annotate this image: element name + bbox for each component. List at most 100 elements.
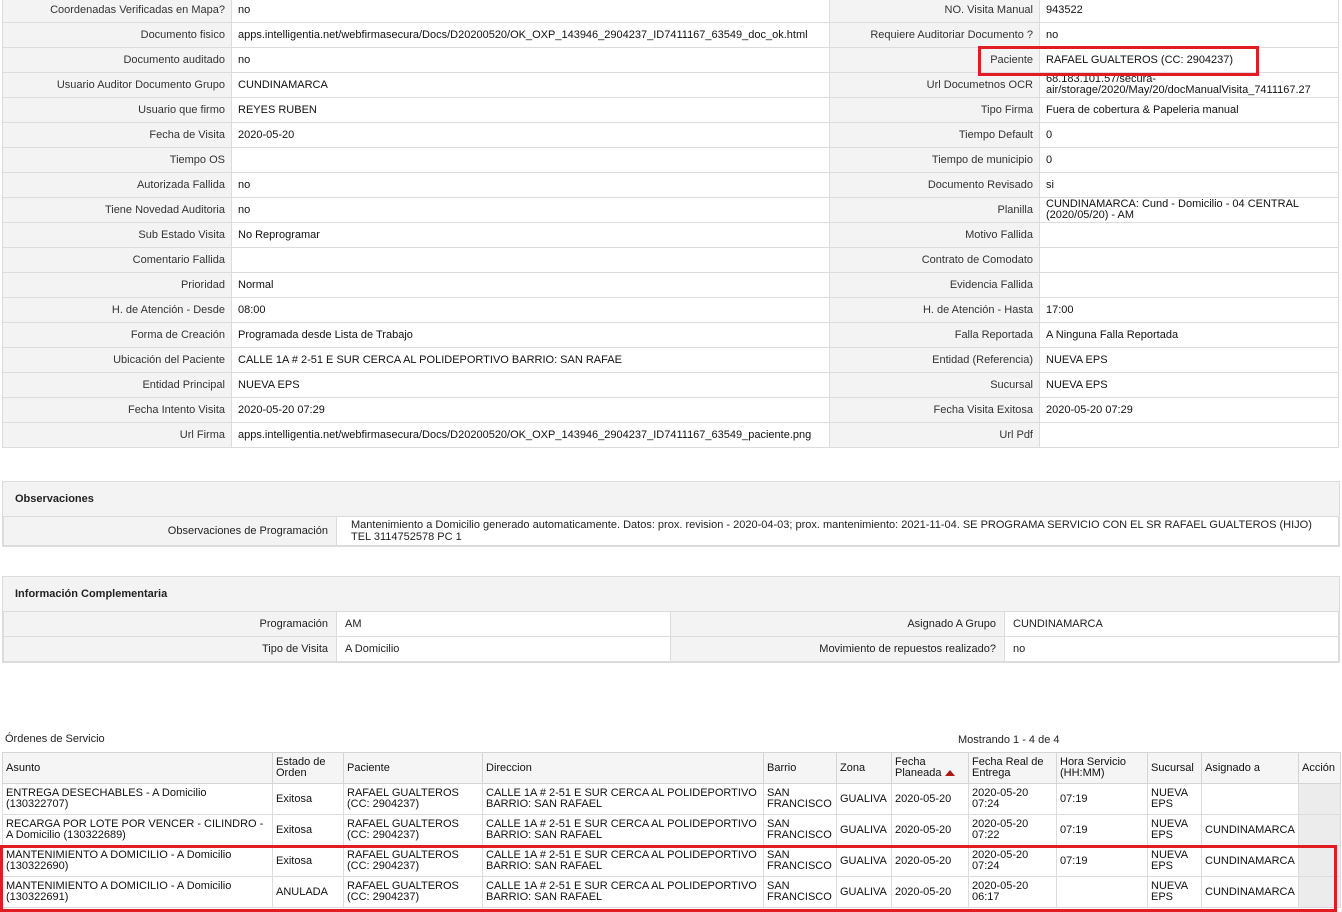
orders-header-fecha-planeada[interactable]: Fecha Planeada	[891, 752, 969, 784]
observaciones-title: Observaciones	[15, 493, 94, 505]
detail-label: Motivo Fallida	[829, 222, 1040, 248]
detail-value: apps.intelligentia.net/webfirmasecura/Do…	[231, 422, 830, 448]
complementaria-label: Tipo de Visita	[3, 636, 337, 662]
orders-header-label: Paciente	[347, 761, 390, 774]
orders-table: Asunto Estado de Orden Paciente Direccion Ba…	[2, 752, 1341, 908]
orders-title: Órdenes de Servicio	[5, 733, 105, 745]
detail-label: Coordenadas Verificadas en Mapa?	[2, 0, 232, 23]
detail-label: Tipo Firma	[829, 97, 1040, 123]
detail-label: Fecha Intento Visita	[2, 397, 232, 423]
table-row[interactable]: MANTENIMIENTO A DOMICILIO - A Domicilio …	[2, 876, 1341, 908]
orders-header-barrio[interactable]: Barrio	[763, 752, 837, 784]
orders-header-asignado-a[interactable]: Asignado a	[1201, 752, 1299, 784]
detail-label: Documento fisico	[2, 22, 232, 48]
orders-header-zona[interactable]: Zona	[836, 752, 892, 784]
detail-value: no	[1039, 22, 1339, 48]
detail-label: Falla Reportada	[829, 322, 1040, 348]
detail-value	[1039, 247, 1339, 273]
orders-header-acci-n[interactable]: Acción	[1298, 752, 1341, 784]
orders-cell: CUNDINAMARCA	[1201, 814, 1299, 846]
detail-row: H. de Atención - Desde 08:00 H. de Atenció…	[2, 297, 1339, 323]
orders-header-label: Fecha Planeada	[895, 756, 942, 779]
complementaria-label: Asignado A Grupo	[670, 611, 1005, 637]
detail-label: Planilla	[829, 197, 1040, 223]
detail-value: REYES RUBEN	[231, 97, 830, 123]
detail-label: Fecha de Visita	[2, 122, 232, 148]
detail-label: Entidad Principal	[2, 372, 232, 398]
orders-header-label: Acción	[1302, 761, 1336, 774]
orders-cell: NUEVA EPS	[1147, 783, 1202, 815]
detail-value: CUNDINAMARCA: Cund - Domicilio - 04 CENT…	[1039, 197, 1339, 223]
orders-cell: CALLE 1A # 2-51 E SUR CERCA AL POLIDEPOR…	[482, 814, 764, 846]
detail-row: Fecha de Visita 2020-05-20 Tiempo Default 0	[2, 122, 1339, 148]
orders-header-fecha-real-de-entrega[interactable]: Fecha Real de Entrega	[968, 752, 1057, 784]
detail-label: Forma de Creación	[2, 322, 232, 348]
orders-header-label: Barrio	[767, 761, 797, 774]
orders-cell[interactable]	[1298, 845, 1341, 877]
detail-value: 2020-05-20 07:29	[1039, 397, 1339, 423]
detail-label: Ubicación del Paciente	[2, 347, 232, 373]
orders-header-label: Fecha Real de Entrega	[972, 756, 1044, 779]
orders-cell	[1056, 876, 1148, 908]
orders-header-label: Asunto	[6, 761, 41, 774]
detail-label: Autorizada Fallida	[2, 172, 232, 198]
orders-cell: CUNDINAMARCA	[1201, 845, 1299, 877]
orders-header-asunto[interactable]: Asunto	[2, 752, 273, 784]
orders-header-label: Direccion	[486, 761, 532, 774]
orders-cell: GUALIVA	[836, 814, 892, 846]
detail-value: NUEVA EPS	[1039, 372, 1339, 398]
complementaria-value: AM	[336, 611, 671, 637]
orders-cell: Exitosa	[272, 845, 344, 877]
orders-header-hora-servicio-hh-mm[interactable]: Hora Servicio (HH:MM)	[1056, 752, 1148, 784]
orders-cell[interactable]	[1298, 814, 1341, 846]
detail-value	[231, 247, 830, 273]
orders-cell: MANTENIMIENTO A DOMICILIO - A Domicilio …	[2, 876, 273, 908]
detail-label: Url Pdf	[829, 422, 1040, 448]
orders-header-label: Asignado a	[1205, 761, 1261, 774]
orders-header-direccion[interactable]: Direccion	[482, 752, 764, 784]
detail-value: No Reprogramar	[231, 222, 830, 248]
orders-cell: 2020-05-20 07:24	[968, 845, 1057, 877]
detail-value: no	[231, 172, 830, 198]
orders-cell: NUEVA EPS	[1147, 876, 1202, 908]
detail-label: H. de Atención - Hasta	[829, 297, 1040, 323]
detail-value: 17:00	[1039, 297, 1339, 323]
orders-cell	[1201, 783, 1299, 815]
orders-cell: 2020-05-20	[891, 876, 969, 908]
complementaria-panel: Información Complementaria Programación A…	[2, 576, 1340, 663]
detail-label: Paciente	[829, 47, 1040, 73]
detail-label: Documento Revisado	[829, 172, 1040, 198]
detail-label: Contrato de Comodato	[829, 247, 1040, 273]
table-row[interactable]: MANTENIMIENTO A DOMICILIO - A Domicilio …	[2, 845, 1341, 877]
orders-header-estado-de-orden[interactable]: Estado de Orden	[272, 752, 344, 784]
orders-cell[interactable]	[1298, 783, 1341, 815]
orders-cell[interactable]	[1298, 876, 1341, 908]
complementaria-value: A Domicilio	[336, 636, 671, 662]
orders-cell: 07:19	[1056, 783, 1148, 815]
orders-cell: GUALIVA	[836, 845, 892, 877]
detail-label: Usuario Auditor Documento Grupo	[2, 72, 232, 98]
orders-count: Mostrando 1 - 4 de 4	[958, 734, 1060, 746]
visit-details-table: Coordenadas Verificadas en Mapa? no NO. Vi…	[2, 0, 1339, 448]
orders-cell: GUALIVA	[836, 876, 892, 908]
detail-label: Url Documetnos OCR	[829, 72, 1040, 98]
table-row[interactable]: ENTREGA DESECHABLES - A Domicilio (13032…	[2, 783, 1341, 815]
sort-ascending-icon[interactable]	[944, 770, 955, 776]
table-row[interactable]: RECARGA POR LOTE POR VENCER - CILINDRO -…	[2, 814, 1341, 846]
orders-cell: SAN FRANCISCO	[763, 783, 837, 815]
observaciones-panel: Observaciones Observaciones de Programac…	[2, 481, 1340, 547]
detail-value: no	[231, 47, 830, 73]
detail-value: no	[231, 197, 830, 223]
orders-cell: GUALIVA	[836, 783, 892, 815]
orders-cell: RECARGA POR LOTE POR VENCER - CILINDRO -…	[2, 814, 273, 846]
orders-cell: NUEVA EPS	[1147, 814, 1202, 846]
orders-cell: Exitosa	[272, 814, 344, 846]
detail-value: si	[1039, 172, 1339, 198]
detail-value: NUEVA EPS	[1039, 347, 1339, 373]
orders-header-sucursal[interactable]: Sucursal	[1147, 752, 1202, 784]
complementaria-value: no	[1004, 636, 1339, 662]
orders-cell: RAFAEL GUALTEROS (CC: 2904237)	[343, 783, 483, 815]
detail-row: Forma de Creación Programada desde Lista …	[2, 322, 1339, 348]
orders-header-paciente[interactable]: Paciente	[343, 752, 483, 784]
detail-row: Usuario que firmo REYES RUBEN Tipo Firma Fu…	[2, 97, 1339, 123]
